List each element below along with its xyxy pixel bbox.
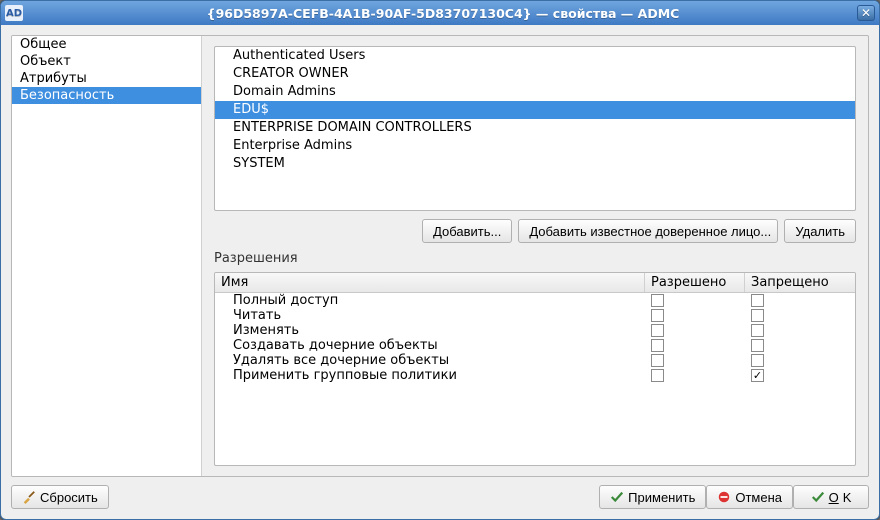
broom-icon (22, 490, 36, 504)
dialog-footer: Сбросить Применить Отмена OK (11, 485, 869, 509)
principal-item[interactable]: Authenticated Users (215, 47, 855, 65)
cancel-button[interactable]: Отмена (706, 485, 793, 509)
add-button[interactable]: Добавить... (422, 219, 512, 243)
permission-deny-cell (745, 324, 855, 337)
reset-label: Сбросить (40, 490, 98, 505)
allow-checkbox[interactable] (651, 294, 664, 307)
principal-item[interactable]: EDU$ (215, 101, 855, 119)
permission-allow-cell (645, 294, 745, 307)
permission-allow-cell (645, 339, 745, 352)
allow-checkbox[interactable] (651, 309, 664, 322)
check-icon (610, 490, 624, 504)
deny-checkbox[interactable] (751, 339, 764, 352)
apply-label: Применить (628, 490, 695, 505)
permissions-header: Имя Разрешено Запрещено (215, 273, 855, 293)
permission-name: Применить групповые политики (215, 368, 645, 383)
permission-deny-cell (745, 339, 855, 352)
principals-list[interactable]: Authenticated UsersCREATOR OWNERDomain A… (214, 46, 856, 211)
deny-checkbox[interactable] (751, 324, 764, 337)
permission-row: Удалять все дочерние объекты (215, 353, 855, 368)
allow-checkbox[interactable] (651, 324, 664, 337)
apply-button[interactable]: Применить (599, 485, 706, 509)
deny-checkbox[interactable] (751, 369, 764, 382)
permissions-label: Разрешения (214, 249, 856, 266)
permission-deny-cell (745, 354, 855, 367)
category-nav: ОбщееОбъектАтрибутыБезопасность (12, 36, 202, 476)
nav-item[interactable]: Атрибуты (12, 70, 201, 87)
permissions-body: Полный доступЧитатьИзменятьСоздавать доч… (215, 293, 855, 383)
app-badge-icon: AD (5, 5, 23, 21)
main-frame: ОбщееОбъектАтрибутыБезопасность Authenti… (11, 35, 869, 477)
cancel-label: Отмена (735, 490, 782, 505)
security-panel: Authenticated UsersCREATOR OWNERDomain A… (202, 36, 868, 476)
permission-allow-cell (645, 369, 745, 382)
permission-name: Полный доступ (215, 293, 645, 308)
add-known-trustee-button[interactable]: Добавить известное доверенное лицо... (518, 219, 778, 243)
nav-item[interactable]: Объект (12, 53, 201, 70)
window: AD {96D5897A-CEFB-4A1B-90AF-5D83707130C4… (0, 0, 880, 520)
reset-button[interactable]: Сбросить (11, 485, 109, 509)
window-title: {96D5897A-CEFB-4A1B-90AF-5D83707130C4} —… (29, 6, 857, 21)
principal-item[interactable]: Enterprise Admins (215, 137, 855, 155)
permission-row: Читать (215, 308, 855, 323)
permission-name: Читать (215, 308, 645, 323)
allow-checkbox[interactable] (651, 369, 664, 382)
principals-button-row: Добавить... Добавить известное доверенно… (214, 217, 856, 243)
remove-button[interactable]: Удалить (784, 219, 856, 243)
ok-underline: O (829, 490, 839, 505)
permission-allow-cell (645, 309, 745, 322)
close-button[interactable]: ✕ (857, 5, 875, 21)
content-area: ОбщееОбъектАтрибутыБезопасность Authenti… (1, 25, 879, 519)
titlebar[interactable]: AD {96D5897A-CEFB-4A1B-90AF-5D83707130C4… (1, 1, 879, 25)
permission-name: Создавать дочерние объекты (215, 338, 645, 353)
ok-button[interactable]: OK (793, 485, 869, 509)
deny-checkbox[interactable] (751, 309, 764, 322)
close-icon: ✕ (861, 7, 871, 19)
nav-item[interactable]: Безопасность (12, 87, 201, 104)
ok-label: K (843, 490, 852, 505)
permission-row: Создавать дочерние объекты (215, 338, 855, 353)
allow-checkbox[interactable] (651, 354, 664, 367)
col-header-allow[interactable]: Разрешено (645, 273, 745, 292)
permissions-table: Имя Разрешено Запрещено Полный доступЧит… (214, 272, 856, 466)
permission-name: Изменять (215, 323, 645, 338)
permission-deny-cell (745, 294, 855, 307)
principal-item[interactable]: CREATOR OWNER (215, 65, 855, 83)
deny-checkbox[interactable] (751, 294, 764, 307)
ok-icon (811, 490, 825, 504)
principal-item[interactable]: ENTERPRISE DOMAIN CONTROLLERS (215, 119, 855, 137)
permission-deny-cell (745, 369, 855, 382)
permission-allow-cell (645, 324, 745, 337)
nav-item[interactable]: Общее (12, 36, 201, 53)
col-header-deny[interactable]: Запрещено (745, 273, 855, 292)
permission-row: Изменять (215, 323, 855, 338)
allow-checkbox[interactable] (651, 339, 664, 352)
permission-deny-cell (745, 309, 855, 322)
permission-row: Полный доступ (215, 293, 855, 308)
principal-item[interactable]: SYSTEM (215, 155, 855, 173)
deny-checkbox[interactable] (751, 354, 764, 367)
principal-item[interactable]: Domain Admins (215, 83, 855, 101)
cancel-icon (717, 490, 731, 504)
permission-allow-cell (645, 354, 745, 367)
permission-name: Удалять все дочерние объекты (215, 353, 645, 368)
col-header-name[interactable]: Имя (215, 273, 645, 292)
permission-row: Применить групповые политики (215, 368, 855, 383)
